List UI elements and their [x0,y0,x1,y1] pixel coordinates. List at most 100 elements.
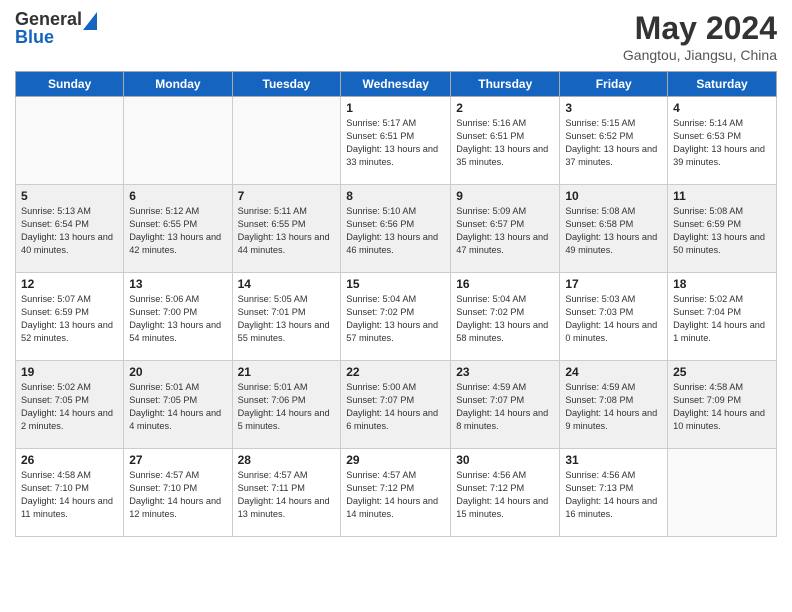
day-cell: 2 Sunrise: 5:16 AMSunset: 6:51 PMDaylight… [451,97,560,185]
day-cell: 1Sunrise: 5:17 AMSunset: 6:51 PMDaylight… [341,97,451,185]
header: General Blue May 2024 Gangtou, Jiangsu, … [15,10,777,63]
logo: General Blue [15,10,97,48]
subtitle: Gangtou, Jiangsu, China [623,47,777,63]
day-info: Sunrise: 4:59 AMSunset: 7:08 PMDaylight:… [565,381,662,433]
day-number: 9 [456,189,554,203]
day-number: 11 [673,189,771,203]
day-info: Sunrise: 5:06 AMSunset: 7:00 PMDaylight:… [129,293,226,345]
day-info: Sunrise: 5:04 AMSunset: 7:02 PMDaylight:… [456,293,554,345]
day-info: Sunrise: 5:14 AMSunset: 6:53 PMDaylight:… [673,117,771,169]
day-number: 10 [565,189,662,203]
day-info: Sunrise: 5:15 AMSunset: 6:52 PMDaylight:… [565,117,662,169]
day-cell: 25Sunrise: 4:58 AMSunset: 7:09 PMDayligh… [668,361,777,449]
day-cell: 17Sunrise: 5:03 AMSunset: 7:03 PMDayligh… [560,273,668,361]
day-number: 15 [346,277,445,291]
day-info: Sunrise: 5:08 AMSunset: 6:59 PMDaylight:… [673,205,771,257]
day-cell: 26Sunrise: 4:58 AMSunset: 7:10 PMDayligh… [16,449,124,537]
day-info: Sunrise: 5:02 AMSunset: 7:04 PMDaylight:… [673,293,771,345]
day-number: 7 [238,189,336,203]
day-number: 12 [21,277,118,291]
day-info: Sunrise: 4:56 AMSunset: 7:12 PMDaylight:… [456,469,554,521]
day-cell: 24 Sunrise: 4:59 AMSunset: 7:08 PMDayligh… [560,361,668,449]
day-number: 26 [21,453,118,467]
day-info: Sunrise: 4:57 AMSunset: 7:10 PMDaylight:… [129,469,226,521]
day-number: 18 [673,277,771,291]
day-cell: 19 Sunrise: 5:02 AMSunset: 7:05 PMDayligh… [16,361,124,449]
day-number: 31 [565,453,662,467]
day-cell [232,97,341,185]
day-number: 6 [129,189,226,203]
day-number: 25 [673,365,771,379]
day-number: 21 [238,365,336,379]
day-info: Sunrise: 5:16 AMSunset: 6:51 PMDaylight:… [456,117,554,169]
week-row-2: 12 Sunrise: 5:07 AMSunset: 6:59 PMDayligh… [16,273,777,361]
header-friday: Friday [560,72,668,97]
day-info: Sunrise: 5:13 AMSunset: 6:54 PMDaylight:… [21,205,118,257]
day-number: 23 [456,365,554,379]
day-cell: 21 Sunrise: 5:01 AMSunset: 7:06 PMDayligh… [232,361,341,449]
day-number: 2 [456,101,554,115]
logo-blue: Blue [15,28,54,48]
day-info: Sunrise: 5:01 AMSunset: 7:06 PMDaylight:… [238,381,336,433]
day-cell: 23Sunrise: 4:59 AMSunset: 7:07 PMDayligh… [451,361,560,449]
day-number: 27 [129,453,226,467]
day-number: 16 [456,277,554,291]
calendar: Sunday Monday Tuesday Wednesday Thursday… [15,71,777,537]
title-section: May 2024 Gangtou, Jiangsu, China [623,10,777,63]
day-info: Sunrise: 5:12 AMSunset: 6:55 PMDaylight:… [129,205,226,257]
week-row-1: 5 Sunrise: 5:13 AMSunset: 6:54 PMDaylight… [16,185,777,273]
day-cell: 31 Sunrise: 4:56 AMSunset: 7:13 PMDayligh… [560,449,668,537]
day-cell [16,97,124,185]
day-number: 22 [346,365,445,379]
day-number: 5 [21,189,118,203]
day-cell: 3 Sunrise: 5:15 AMSunset: 6:52 PMDaylight… [560,97,668,185]
day-cell: 30 Sunrise: 4:56 AMSunset: 7:12 PMDayligh… [451,449,560,537]
day-cell: 18 Sunrise: 5:02 AMSunset: 7:04 PMDayligh… [668,273,777,361]
day-cell: 15 Sunrise: 5:04 AMSunset: 7:02 PMDayligh… [341,273,451,361]
day-info: Sunrise: 5:04 AMSunset: 7:02 PMDaylight:… [346,293,445,345]
header-monday: Monday [124,72,232,97]
day-info: Sunrise: 5:09 AMSunset: 6:57 PMDaylight:… [456,205,554,257]
day-cell: 8 Sunrise: 5:10 AMSunset: 6:56 PMDaylight… [341,185,451,273]
day-cell: 7 Sunrise: 5:11 AMSunset: 6:55 PMDaylight… [232,185,341,273]
day-cell: 5 Sunrise: 5:13 AMSunset: 6:54 PMDaylight… [16,185,124,273]
day-cell: 14 Sunrise: 5:05 AMSunset: 7:01 PMDayligh… [232,273,341,361]
day-number: 28 [238,453,336,467]
day-cell: 27 Sunrise: 4:57 AMSunset: 7:10 PMDayligh… [124,449,232,537]
day-number: 3 [565,101,662,115]
day-cell: 28 Sunrise: 4:57 AMSunset: 7:11 PMDayligh… [232,449,341,537]
day-info: Sunrise: 5:00 AMSunset: 7:07 PMDaylight:… [346,381,445,433]
day-info: Sunrise: 5:02 AMSunset: 7:05 PMDaylight:… [21,381,118,433]
day-cell: 12 Sunrise: 5:07 AMSunset: 6:59 PMDayligh… [16,273,124,361]
day-cell [124,97,232,185]
day-number: 30 [456,453,554,467]
day-cell: 16 Sunrise: 5:04 AMSunset: 7:02 PMDayligh… [451,273,560,361]
day-cell: 9 Sunrise: 5:09 AMSunset: 6:57 PMDaylight… [451,185,560,273]
day-number: 8 [346,189,445,203]
day-number: 4 [673,101,771,115]
day-info: Sunrise: 5:07 AMSunset: 6:59 PMDaylight:… [21,293,118,345]
day-number: 14 [238,277,336,291]
weekday-header-row: Sunday Monday Tuesday Wednesday Thursday… [16,72,777,97]
day-info: Sunrise: 4:56 AMSunset: 7:13 PMDaylight:… [565,469,662,521]
day-cell: 6 Sunrise: 5:12 AMSunset: 6:55 PMDaylight… [124,185,232,273]
day-number: 24 [565,365,662,379]
day-cell: 20Sunrise: 5:01 AMSunset: 7:05 PMDayligh… [124,361,232,449]
day-info: Sunrise: 5:10 AMSunset: 6:56 PMDaylight:… [346,205,445,257]
header-thursday: Thursday [451,72,560,97]
day-info: Sunrise: 5:11 AMSunset: 6:55 PMDaylight:… [238,205,336,257]
day-number: 19 [21,365,118,379]
header-wednesday: Wednesday [341,72,451,97]
week-row-0: 1Sunrise: 5:17 AMSunset: 6:51 PMDaylight… [16,97,777,185]
week-row-3: 19 Sunrise: 5:02 AMSunset: 7:05 PMDayligh… [16,361,777,449]
page: General Blue May 2024 Gangtou, Jiangsu, … [0,0,792,547]
day-info: Sunrise: 5:05 AMSunset: 7:01 PMDaylight:… [238,293,336,345]
day-info: Sunrise: 4:57 AMSunset: 7:11 PMDaylight:… [238,469,336,521]
day-cell: 22 Sunrise: 5:00 AMSunset: 7:07 PMDayligh… [341,361,451,449]
day-cell: 29Sunrise: 4:57 AMSunset: 7:12 PMDayligh… [341,449,451,537]
day-info: Sunrise: 5:17 AMSunset: 6:51 PMDaylight:… [346,117,445,169]
day-cell: 10Sunrise: 5:08 AMSunset: 6:58 PMDayligh… [560,185,668,273]
day-number: 29 [346,453,445,467]
week-row-4: 26Sunrise: 4:58 AMSunset: 7:10 PMDayligh… [16,449,777,537]
day-cell [668,449,777,537]
